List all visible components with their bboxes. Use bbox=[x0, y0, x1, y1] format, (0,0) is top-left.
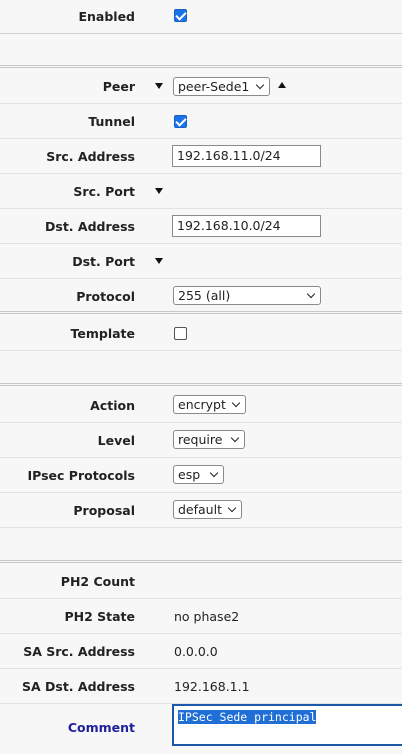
chevron-down-icon bbox=[231, 398, 241, 408]
row-sa-src-address: SA Src. Address 0.0.0.0 bbox=[0, 634, 402, 669]
level-select[interactable]: require bbox=[173, 430, 245, 449]
chevron-down-icon bbox=[306, 289, 316, 299]
row-ipsec-protocols: IPsec Protocols esp bbox=[0, 458, 402, 493]
row-src-address: Src. Address 192.168.11.0/24 bbox=[0, 139, 402, 174]
row-ph2-state: PH2 State no phase2 bbox=[0, 599, 402, 634]
row-protocol: Protocol 255 (all) bbox=[0, 279, 402, 314]
chevron-down-icon bbox=[209, 468, 219, 478]
tunnel-label: Tunnel bbox=[88, 114, 135, 129]
section-divider bbox=[0, 351, 402, 386]
dst-port-label: Dst. Port bbox=[72, 254, 135, 269]
chevron-down-icon bbox=[227, 503, 237, 513]
dst-address-label: Dst. Address bbox=[45, 219, 135, 234]
level-select-value: require bbox=[178, 432, 223, 447]
comment-textarea[interactable]: IPSec Sede principal bbox=[172, 704, 402, 746]
row-enabled: Enabled bbox=[0, 0, 402, 34]
comment-selected-text: IPSec Sede principal bbox=[178, 710, 317, 724]
protocol-label: Protocol bbox=[76, 289, 135, 304]
proposal-select[interactable]: default bbox=[173, 500, 242, 519]
src-port-expand-arrow-icon[interactable] bbox=[155, 188, 163, 194]
template-label: Template bbox=[70, 326, 136, 341]
row-sa-dst-address: SA Dst. Address 192.168.1.1 bbox=[0, 669, 402, 704]
sa-dst-address-value: 192.168.1.1 bbox=[174, 679, 250, 694]
peer-label: Peer bbox=[102, 79, 135, 94]
peer-select-value: peer-Sede1 bbox=[178, 79, 250, 94]
proposal-label: Proposal bbox=[73, 503, 135, 518]
ipsec-protocols-select-value: esp bbox=[178, 467, 201, 482]
peer-select[interactable]: peer-Sede1 bbox=[173, 77, 270, 96]
dst-port-expand-arrow-icon[interactable] bbox=[155, 258, 163, 264]
section-divider bbox=[0, 34, 402, 68]
row-proposal: Proposal default bbox=[0, 493, 402, 528]
action-select-value: encrypt bbox=[178, 397, 226, 412]
row-action: Action encrypt bbox=[0, 388, 402, 423]
level-label: Level bbox=[97, 433, 135, 448]
proposal-select-value: default bbox=[178, 502, 222, 517]
template-checkbox[interactable] bbox=[174, 327, 187, 340]
ph2-count-label: PH2 Count bbox=[60, 574, 135, 589]
row-template: Template bbox=[0, 316, 402, 351]
ph2-state-label: PH2 State bbox=[64, 609, 135, 624]
tunnel-checkbox[interactable] bbox=[174, 115, 187, 128]
enabled-label: Enabled bbox=[78, 9, 135, 24]
peer-remove-arrow-icon[interactable] bbox=[278, 82, 286, 88]
protocol-select[interactable]: 255 (all) bbox=[173, 286, 321, 305]
row-ph2-count: PH2 Count bbox=[0, 565, 402, 599]
src-address-label: Src. Address bbox=[46, 149, 135, 164]
ph2-state-value: no phase2 bbox=[174, 609, 240, 624]
src-port-label: Src. Port bbox=[73, 184, 135, 199]
chevron-down-icon bbox=[255, 80, 265, 90]
action-select[interactable]: encrypt bbox=[173, 395, 246, 414]
row-level: Level require bbox=[0, 423, 402, 458]
row-dst-port: Dst. Port bbox=[0, 244, 402, 279]
enabled-checkbox[interactable] bbox=[174, 9, 187, 22]
src-address-input[interactable]: 192.168.11.0/24 bbox=[172, 145, 321, 167]
sa-dst-address-label: SA Dst. Address bbox=[21, 679, 135, 694]
protocol-select-value: 255 (all) bbox=[178, 288, 231, 303]
sa-src-address-label: SA Src. Address bbox=[23, 644, 135, 659]
row-tunnel: Tunnel bbox=[0, 104, 402, 139]
row-peer: Peer peer-Sede1 bbox=[0, 68, 402, 104]
chevron-down-icon bbox=[230, 433, 240, 443]
row-dst-address: Dst. Address 192.168.10.0/24 bbox=[0, 209, 402, 244]
action-label: Action bbox=[90, 398, 135, 413]
row-src-port: Src. Port bbox=[0, 174, 402, 209]
ipsec-protocols-label: IPsec Protocols bbox=[27, 468, 135, 483]
sa-src-address-value: 0.0.0.0 bbox=[174, 644, 218, 659]
section-divider bbox=[0, 528, 402, 563]
comment-label: Comment bbox=[67, 720, 135, 735]
ipsec-protocols-select[interactable]: esp bbox=[173, 465, 224, 484]
peer-collapse-arrow-icon[interactable] bbox=[155, 83, 163, 89]
dst-address-input[interactable]: 192.168.10.0/24 bbox=[172, 215, 321, 237]
